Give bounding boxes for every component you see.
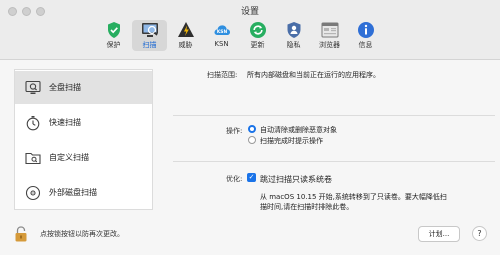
divider bbox=[173, 115, 495, 116]
sidebar-item-quick-scan[interactable]: 快速扫描 bbox=[15, 106, 152, 139]
scope-label: 扫描范围: bbox=[207, 71, 238, 79]
sidebar-item-external-disk-scan-label: 外部磁盘扫描 bbox=[49, 188, 97, 197]
title-bar: 设置 保护 扫描 威胁 KSN KSN 更新 隐私 浏览器 信息 bbox=[0, 0, 500, 60]
tab-privacy-label: 隐私 bbox=[286, 41, 301, 49]
tab-update-label: 更新 bbox=[250, 41, 265, 49]
sidebar-item-external-disk-scan[interactable]: 外部磁盘扫描 bbox=[15, 176, 152, 209]
scan-settings-panel: 扫描范围: 所有内部磁盘和当前正在运行的应用程序。 操作: 自动清除或删除恶意对… bbox=[165, 60, 500, 220]
sidebar-item-quick-scan-label: 快速扫描 bbox=[49, 118, 81, 127]
warning-bolt-icon bbox=[177, 22, 194, 37]
lock-icon[interactable] bbox=[14, 226, 28, 242]
sidebar-item-full-scan[interactable]: 全盘扫描 bbox=[15, 71, 152, 104]
tab-browser[interactable]: 浏览器 bbox=[312, 20, 347, 51]
tab-info[interactable]: 信息 bbox=[348, 20, 383, 51]
action-prompt-radio[interactable] bbox=[248, 136, 256, 144]
browser-window-icon bbox=[321, 22, 338, 38]
window-title: 设置 bbox=[240, 7, 259, 17]
scan-monitor-icon bbox=[141, 23, 158, 37]
folder-icon bbox=[25, 152, 41, 164]
svg-text:KSN: KSN bbox=[216, 29, 227, 35]
schedule-button[interactable]: 计划... bbox=[418, 226, 460, 242]
action-label: 操作: bbox=[226, 127, 243, 135]
settings-toolbar: 保护 扫描 威胁 KSN KSN 更新 隐私 浏览器 信息 bbox=[96, 20, 384, 52]
info-icon bbox=[357, 22, 374, 38]
tab-threats[interactable]: 威胁 bbox=[168, 20, 203, 51]
tab-protect[interactable]: 保护 bbox=[96, 20, 131, 51]
action-auto-disinfect-radio[interactable] bbox=[248, 125, 256, 133]
optimize-label: 优化: bbox=[226, 175, 243, 183]
tab-threats-label: 威胁 bbox=[178, 41, 193, 49]
sidebar-item-custom-scan[interactable]: 自定义扫描 bbox=[15, 141, 152, 174]
tab-scan[interactable]: 扫描 bbox=[132, 20, 167, 51]
sidebar-item-custom-scan-label: 自定义扫描 bbox=[49, 153, 89, 162]
tab-browser-label: 浏览器 bbox=[319, 41, 340, 49]
tab-info-label: 信息 bbox=[358, 41, 373, 49]
shield-check-icon bbox=[107, 22, 120, 38]
external-disk-icon bbox=[25, 185, 41, 200]
skip-readonly-volume-checkbox[interactable]: ✓ bbox=[247, 173, 256, 182]
tab-ksn-label: KSN bbox=[214, 40, 229, 48]
scope-value: 所有内部磁盘和当前正在运行的应用程序。 bbox=[247, 71, 380, 79]
tab-update[interactable]: 更新 bbox=[240, 20, 275, 51]
refresh-icon bbox=[249, 22, 266, 38]
tab-scan-label: 扫描 bbox=[142, 41, 157, 49]
help-button[interactable]: ? bbox=[472, 226, 487, 241]
privacy-user-icon bbox=[287, 22, 300, 38]
tab-protect-label: 保护 bbox=[106, 41, 121, 49]
action-auto-disinfect-label: 自动清除或删除恶意对象 bbox=[260, 126, 337, 134]
stopwatch-icon bbox=[26, 115, 40, 130]
lock-hint-text: 点按锁按钮以防再次更改。 bbox=[40, 230, 124, 238]
action-prompt-label: 扫描完成时提示操作 bbox=[260, 137, 323, 145]
skip-readonly-volume-label: 跳过扫描只读系统卷 bbox=[260, 175, 332, 184]
optimize-note-line2: 描时间,请在扫描时排除此卷。 bbox=[260, 203, 354, 211]
tab-ksn[interactable]: KSN KSN bbox=[204, 20, 239, 51]
ksn-cloud-icon: KSN bbox=[214, 25, 230, 35]
tab-privacy[interactable]: 隐私 bbox=[276, 20, 311, 51]
scan-type-sidebar: 全盘扫描 快速扫描 自定义扫描 外部磁盘扫描 bbox=[14, 69, 153, 210]
full-scan-icon bbox=[25, 80, 41, 94]
settings-window: 设置 保护 扫描 威胁 KSN KSN 更新 隐私 浏览器 信息 全盘扫描 快速… bbox=[0, 0, 500, 255]
sidebar-item-full-scan-label: 全盘扫描 bbox=[49, 83, 81, 92]
divider bbox=[173, 161, 495, 162]
optimize-note-line1: 从 macOS 10.15 开始,系统转移到了只读卷。要大幅降低扫 bbox=[260, 193, 447, 201]
